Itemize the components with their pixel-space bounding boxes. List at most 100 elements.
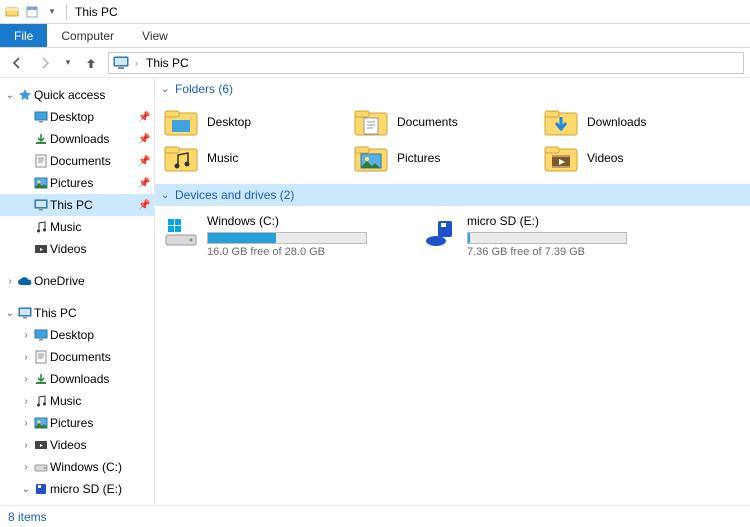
qat-dropdown-icon[interactable]: ▾ — [44, 4, 60, 20]
tree-item-music[interactable]: Music — [0, 216, 154, 238]
drive-usage-bar — [207, 232, 367, 244]
tree-item-documents[interactable]: ›Documents — [0, 346, 154, 368]
content-pane: ⌄ Folders (6) Desktop Documents Download… — [155, 78, 750, 505]
recent-dropdown-icon[interactable]: ▾ — [62, 52, 74, 74]
status-bar: 8 items — [0, 505, 750, 527]
windows-drive-icon — [163, 214, 199, 250]
chevron-right-icon[interactable]: › — [4, 276, 16, 287]
tree-item-music[interactable]: ›Music — [0, 390, 154, 412]
chevron-down-icon: ⌄ — [161, 190, 175, 201]
thispc-icon — [113, 56, 129, 70]
tab-view[interactable]: View — [128, 24, 182, 47]
pin-icon: 📌 — [138, 134, 150, 145]
tree-item-downloads[interactable]: Downloads📌 — [0, 128, 154, 150]
section-folders-header[interactable]: ⌄ Folders (6) — [155, 78, 750, 100]
forward-button[interactable] — [34, 52, 56, 74]
tree-this-pc[interactable]: ⌄This PC — [0, 302, 154, 324]
thispc-icon — [16, 307, 34, 319]
tree-onedrive[interactable]: ›OneDrive — [0, 270, 154, 292]
up-button[interactable] — [80, 52, 102, 74]
separator — [66, 4, 67, 20]
tree-item-desktop[interactable]: Desktop📌 — [0, 106, 154, 128]
address-bar[interactable]: › This PC — [108, 52, 744, 74]
thispc-icon — [32, 199, 50, 211]
folder-documents[interactable]: Documents — [345, 104, 535, 140]
folder-music[interactable]: Music — [155, 140, 345, 176]
tree-item-this-pc-pinned[interactable]: This PC📌 — [0, 194, 154, 216]
chevron-right-icon[interactable]: › — [20, 330, 32, 341]
chevron-right-icon[interactable]: › — [20, 396, 32, 407]
tab-file[interactable]: File — [0, 24, 47, 47]
back-button[interactable] — [6, 52, 28, 74]
tree-item-micro-sd-e[interactable]: ⌄micro SD (E:) — [0, 478, 154, 500]
folder-label: Music — [207, 151, 238, 165]
onedrive-icon — [16, 276, 34, 286]
ribbon-tabs: File Computer View — [0, 24, 750, 48]
folder-videos[interactable]: Videos — [535, 140, 725, 176]
tree-item-windows-c[interactable]: ›Windows (C:) — [0, 456, 154, 478]
tree-item-videos[interactable]: ›Videos — [0, 434, 154, 456]
sd-drive-icon — [423, 214, 459, 250]
chevron-right-icon[interactable]: › — [20, 352, 32, 363]
drive-windows-c[interactable]: Windows (C:) 16.0 GB free of 28.0 GB — [155, 210, 415, 262]
chevron-down-icon[interactable]: ⌄ — [4, 90, 16, 101]
folder-label: Documents — [397, 115, 458, 129]
tree-quick-access[interactable]: ⌄ Quick access — [0, 84, 154, 106]
tree-item-downloads[interactable]: ›Downloads — [0, 368, 154, 390]
desktop-icon — [163, 106, 199, 138]
documents-icon — [32, 350, 50, 364]
tree-item-pictures[interactable]: Pictures📌 — [0, 172, 154, 194]
downloads-icon — [32, 373, 50, 385]
downloads-icon — [32, 133, 50, 145]
music-icon — [32, 220, 50, 234]
pin-icon: 📌 — [138, 112, 150, 123]
tree-item-pictures[interactable]: ›Pictures — [0, 412, 154, 434]
videos-icon — [32, 439, 50, 451]
pin-icon: 📌 — [138, 200, 150, 211]
desktop-icon — [32, 329, 50, 341]
folder-label: Videos — [587, 151, 623, 165]
drive-micro-sd-e[interactable]: micro SD (E:) 7.36 GB free of 7.39 GB — [415, 210, 675, 262]
folder-label: Pictures — [397, 151, 440, 165]
window-title: This PC — [75, 5, 118, 19]
videos-icon — [32, 243, 50, 255]
pictures-icon — [32, 177, 50, 189]
breadcrumb[interactable]: This PC — [144, 56, 191, 70]
folder-downloads[interactable]: Downloads — [535, 104, 725, 140]
section-folders-label: Folders (6) — [175, 82, 233, 96]
pictures-icon — [353, 142, 389, 174]
pin-icon: 📌 — [138, 156, 150, 167]
drives-grid: Windows (C:) 16.0 GB free of 28.0 GB mic… — [155, 206, 750, 266]
drive-icon — [32, 461, 50, 473]
chevron-right-icon[interactable]: › — [135, 58, 138, 68]
documents-icon — [32, 154, 50, 168]
chevron-down-icon[interactable]: ⌄ — [20, 484, 32, 495]
music-icon — [163, 142, 199, 174]
tree-item-videos[interactable]: Videos — [0, 238, 154, 260]
qat-properties-icon[interactable] — [24, 4, 40, 20]
tree-item-desktop[interactable]: ›Desktop — [0, 324, 154, 346]
section-drives-header[interactable]: ⌄ Devices and drives (2) — [155, 184, 750, 206]
chevron-right-icon[interactable]: › — [20, 462, 32, 473]
tree-item-documents[interactable]: Documents📌 — [0, 150, 154, 172]
folder-desktop[interactable]: Desktop — [155, 104, 345, 140]
title-bar: ▾ This PC — [0, 0, 750, 24]
chevron-right-icon[interactable]: › — [20, 374, 32, 385]
documents-icon — [353, 106, 389, 138]
pin-icon: 📌 — [138, 178, 150, 189]
star-icon — [16, 88, 34, 102]
pictures-icon — [32, 417, 50, 429]
section-drives-label: Devices and drives (2) — [175, 188, 294, 202]
folder-pictures[interactable]: Pictures — [345, 140, 535, 176]
folders-grid: Desktop Documents Downloads Music Pictur… — [155, 100, 750, 184]
chevron-down-icon[interactable]: ⌄ — [4, 308, 16, 319]
drive-free-text: 16.0 GB free of 28.0 GB — [207, 246, 407, 258]
drive-name: micro SD (E:) — [467, 214, 667, 228]
downloads-icon — [543, 106, 579, 138]
videos-icon — [543, 142, 579, 174]
chevron-right-icon[interactable]: › — [20, 440, 32, 451]
drive-name: Windows (C:) — [207, 214, 407, 228]
music-icon — [32, 394, 50, 408]
tab-computer[interactable]: Computer — [47, 24, 128, 47]
chevron-right-icon[interactable]: › — [20, 418, 32, 429]
